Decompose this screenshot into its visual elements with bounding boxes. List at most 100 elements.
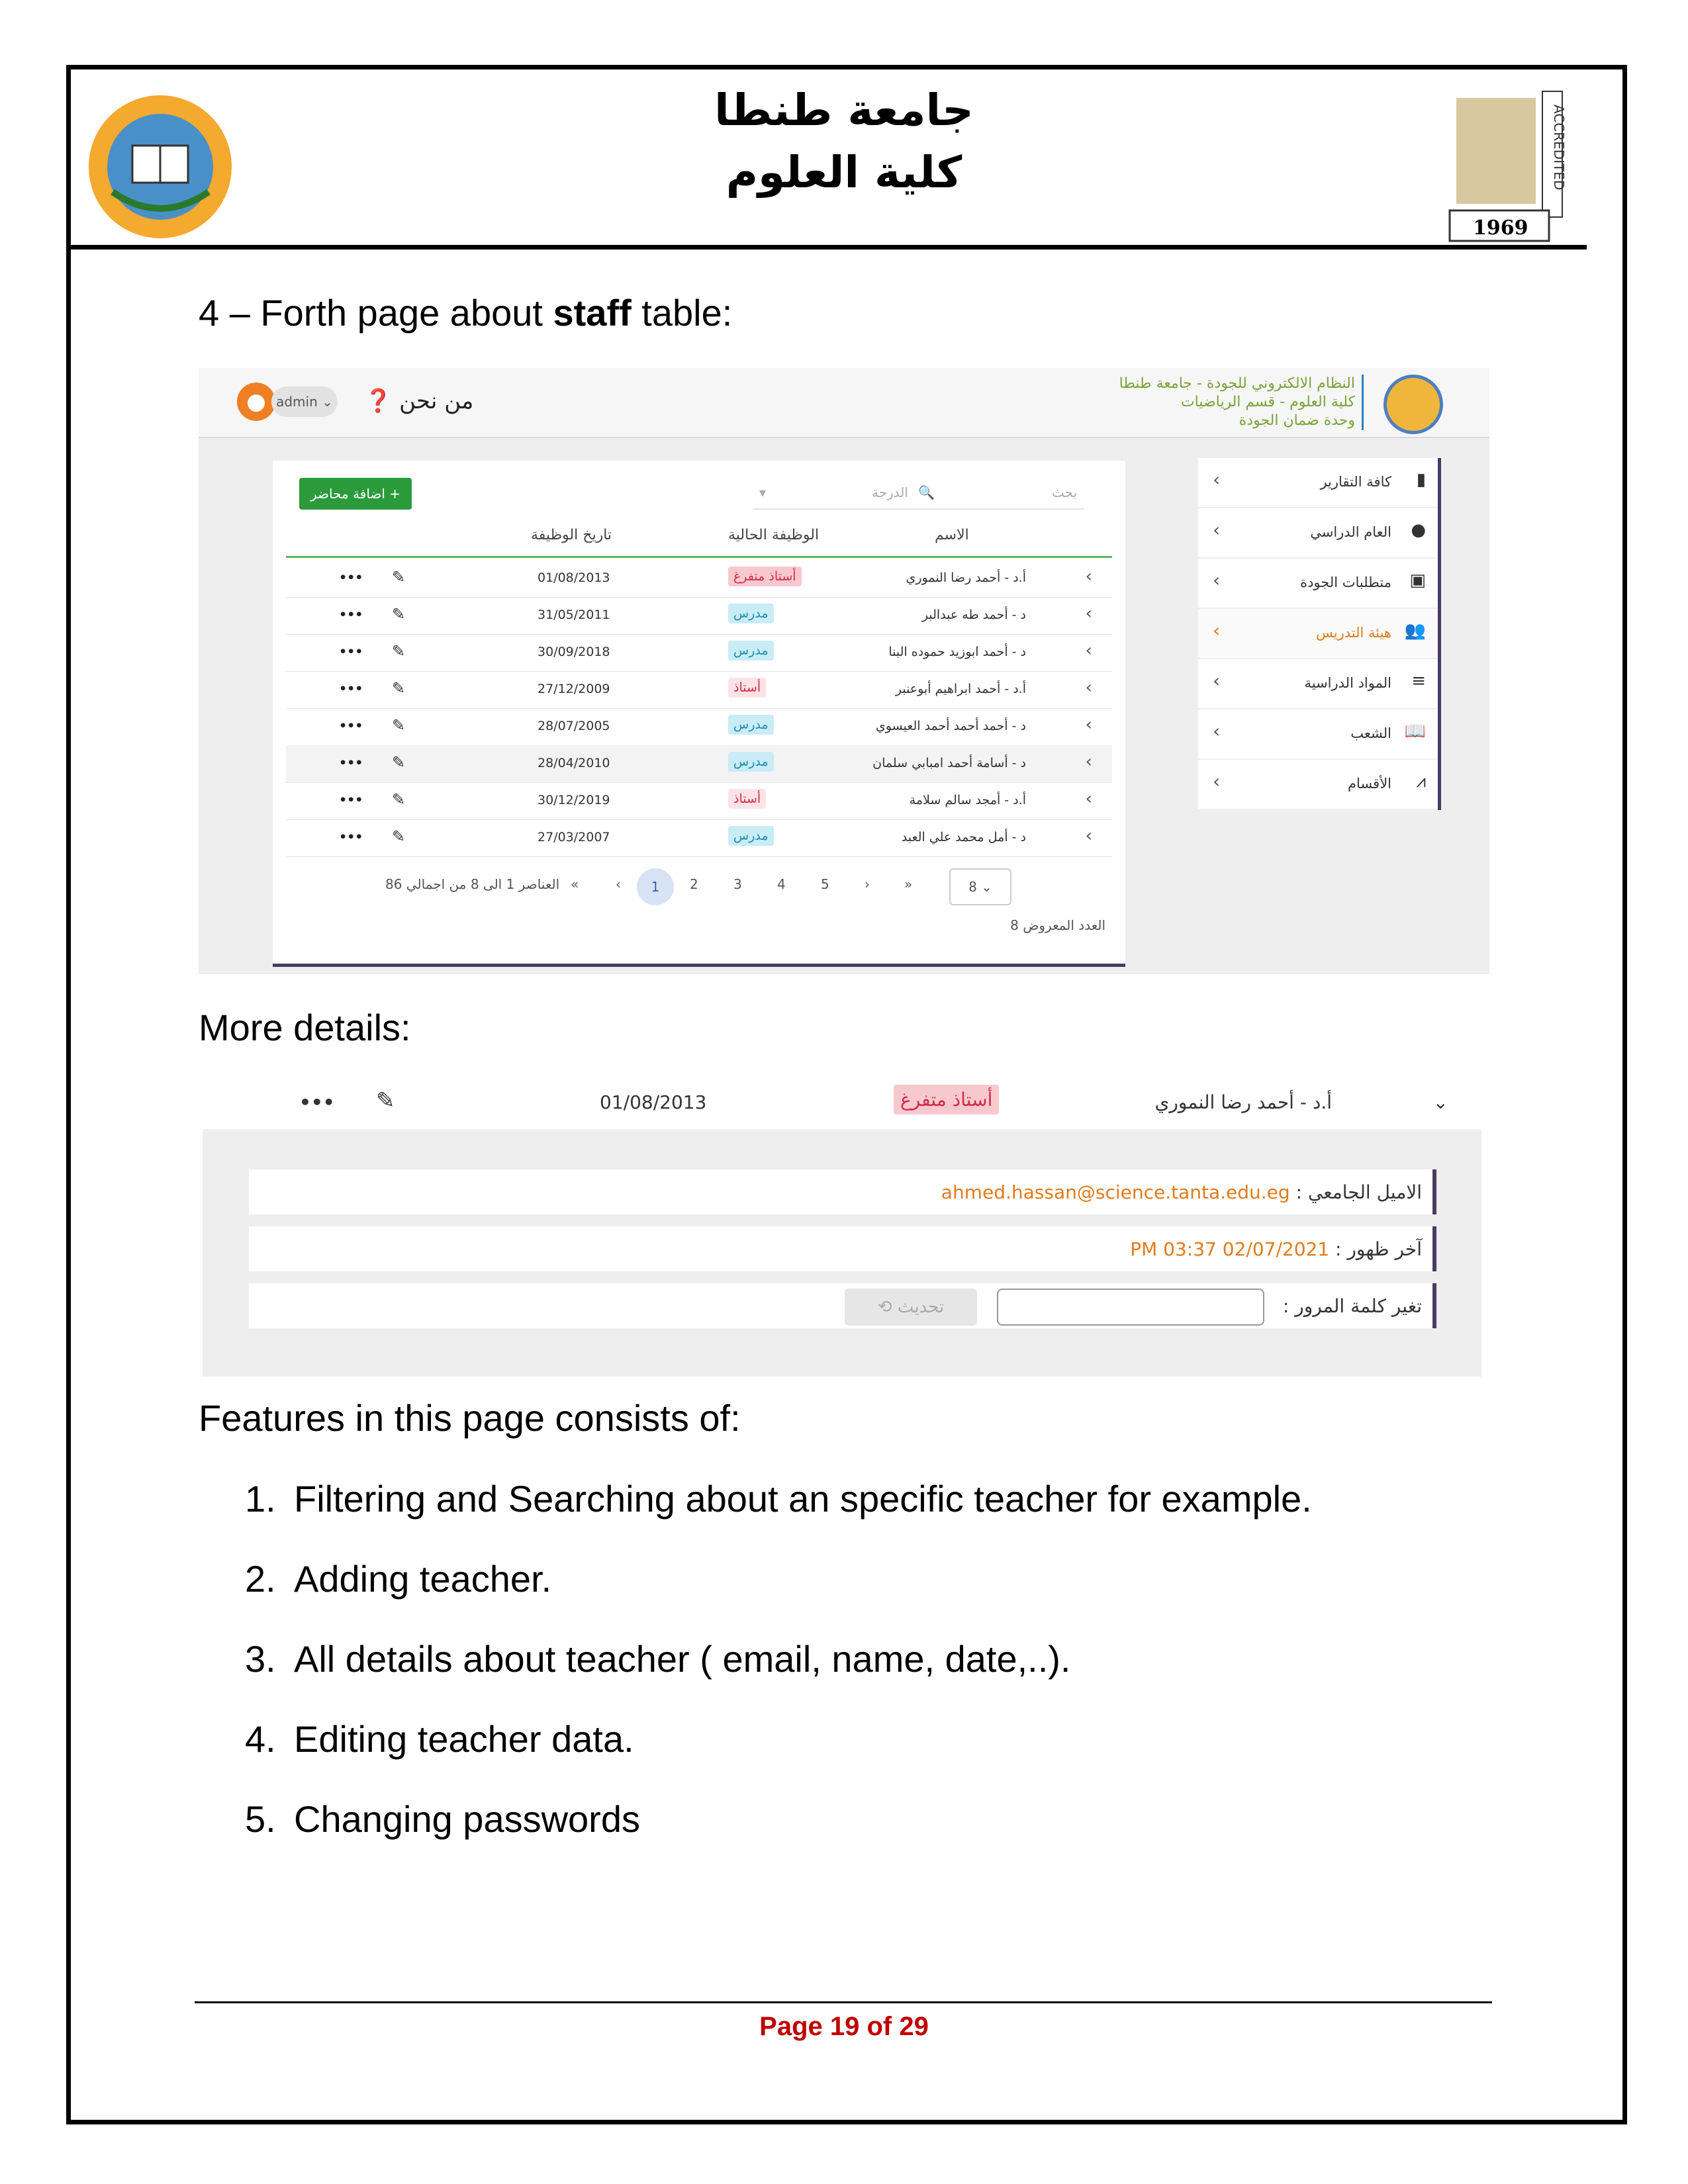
- sidebar-item-departments[interactable]: ‹ الأقسام ⩘: [1198, 760, 1438, 810]
- grade-filter[interactable]: الدرجة: [872, 484, 908, 500]
- more-icon[interactable]: •••: [339, 682, 363, 696]
- last-seen-label: آخر ظهور : 02/07/2021 03:37 PM: [1130, 1238, 1422, 1260]
- more-details-heading: More details:: [199, 1007, 411, 1048]
- more-icon[interactable]: •••: [339, 830, 363, 844]
- chevron-left-icon: ‹: [1213, 670, 1221, 692]
- password-row: تغير كلمة المرور : تحديث ⟲: [249, 1283, 1436, 1328]
- chevron-left-icon: ‹: [1213, 770, 1221, 792]
- table-row[interactable]: ••• ✎ 27/12/2009 أستاذ أ.د - أحمد ابراهيم أب…: [286, 671, 1112, 709]
- table-row[interactable]: ••• ✎ 01/08/2013 أستاذ متفرغ أ.د - أحمد رضا …: [286, 560, 1112, 598]
- chevron-left-icon: ‹: [1213, 720, 1221, 742]
- row-date: 30/12/2019: [538, 793, 610, 807]
- table-row[interactable]: ••• ✎ 28/07/2005 مدرس د - أحمد أحمد أحمد الع…: [286, 708, 1112, 746]
- chevron-left-icon[interactable]: ‹: [1086, 678, 1092, 698]
- table-row[interactable]: ••• ✎ 30/09/2018 مدرس د - أحمد ابوزيد حموده …: [286, 634, 1112, 672]
- row-name: د - أحمد أحمد أحمد العيسوي: [875, 719, 1026, 733]
- chevron-left-icon[interactable]: ‹: [1086, 715, 1092, 735]
- more-icon[interactable]: •••: [339, 719, 363, 733]
- more-icon[interactable]: •••: [339, 570, 363, 585]
- chevron-left-icon[interactable]: ‹: [1086, 752, 1092, 772]
- row-job-badge: مدرس: [728, 752, 774, 772]
- row-date: 28/04/2010: [538, 756, 610, 770]
- first-page-button[interactable]: «: [571, 876, 579, 892]
- more-icon[interactable]: •••: [339, 645, 363, 659]
- chevron-left-icon: ‹: [1213, 519, 1221, 541]
- sidebar-item-faculty-staff[interactable]: ‹ هيئة التدريس 👥: [1198, 609, 1438, 659]
- edit-icon[interactable]: ✎: [392, 642, 405, 660]
- svg-text:ACCREDITED: ACCREDITED: [1551, 105, 1567, 190]
- calendar-icon: ▣: [1409, 570, 1426, 590]
- chevron-left-icon[interactable]: ‹: [1086, 641, 1092, 660]
- row-job-badge: مدرس: [728, 715, 774, 735]
- section-heading: 4 – Forth page about staff table:: [199, 292, 733, 334]
- chevron-left-icon[interactable]: ‹: [1086, 567, 1092, 586]
- edit-icon[interactable]: ✎: [376, 1087, 395, 1114]
- chevron-down-icon[interactable]: ▾: [759, 484, 766, 500]
- edit-icon[interactable]: ✎: [392, 568, 405, 586]
- chevron-left-icon[interactable]: ‹: [1086, 826, 1092, 846]
- password-input[interactable]: [997, 1289, 1264, 1326]
- row-date: 01/08/2013: [538, 570, 610, 585]
- page-5[interactable]: 5: [821, 876, 829, 892]
- edit-icon[interactable]: ✎: [392, 827, 405, 846]
- more-icon[interactable]: •••: [299, 1091, 335, 1113]
- per-page-select[interactable]: 8 ⌄: [949, 868, 1011, 905]
- details-body: الاميل الجامعي : ahmed.hassan@science.ta…: [203, 1131, 1481, 1377]
- page-number: Page 19 of 29: [759, 2012, 929, 2041]
- row-name: د - أحمد طه عبدالبر: [921, 608, 1026, 622]
- table-row[interactable]: ••• ✎ 27/03/2007 مدرس د - أمل محمد علي العبد…: [286, 819, 1112, 857]
- sidebar-item-reports[interactable]: ‹ كافة التقارير ▮: [1198, 458, 1438, 508]
- edit-icon[interactable]: ✎: [392, 790, 405, 809]
- column-date: تاريخ الوظيفة: [531, 527, 612, 543]
- table-row[interactable]: ••• ✎ 30/12/2019 أستاذ أ.د - أمجد سالم سلامة…: [286, 782, 1112, 820]
- row-job-badge: أستاذ متفرغ: [728, 567, 802, 586]
- search-icon: 🔍: [918, 484, 935, 500]
- sidebar: ‹ كافة التقارير ▮ ‹ العام الدراسي ● ‹ متطلبات…: [1198, 458, 1441, 810]
- prev-page-button[interactable]: ‹: [616, 876, 621, 892]
- accreditation-logo: ACCREDITED 1969: [1448, 91, 1567, 242]
- chevron-down-icon[interactable]: ⌄: [1433, 1091, 1448, 1113]
- page-2[interactable]: 2: [690, 876, 698, 892]
- feature-item: 4. Editing teacher data.: [245, 1718, 634, 1760]
- last-seen-value: 02/07/2021 03:37 PM: [1130, 1238, 1330, 1260]
- staff-panel: + اضافة محاضر ▾ الدرجة 🔍 بحث تاريخ الوظي…: [273, 461, 1125, 967]
- update-button[interactable]: تحديث ⟲: [845, 1289, 977, 1326]
- chevron-left-icon[interactable]: ‹: [1086, 789, 1092, 809]
- page-1[interactable]: 1: [637, 868, 674, 905]
- edit-icon[interactable]: ✎: [392, 716, 405, 735]
- sidebar-item-quality[interactable]: ‹ متطلبات الجودة ▣: [1198, 559, 1438, 609]
- user-menu[interactable]: admin ⌄: [271, 387, 338, 417]
- more-icon[interactable]: •••: [339, 608, 363, 622]
- user-avatar-icon[interactable]: ●: [237, 383, 275, 421]
- search-input[interactable]: بحث: [1052, 484, 1077, 500]
- edit-icon[interactable]: ✎: [392, 679, 405, 698]
- row-date: 27/12/2009: [538, 682, 610, 696]
- compass-icon: ⩘: [1416, 772, 1426, 792]
- edit-icon[interactable]: ✎: [392, 753, 405, 772]
- sidebar-item-academic-year[interactable]: ‹ العام الدراسي ●: [1198, 508, 1438, 559]
- row-name: أ.د - أحمد رضا النموري: [906, 570, 1026, 585]
- table-row[interactable]: ••• ✎ 28/04/2010 مدرس د - أسامة أحمد امبابي …: [286, 745, 1112, 783]
- chevron-left-icon[interactable]: ‹: [1086, 604, 1092, 623]
- row-name: د - أسامة أحمد امبابي سلمان: [872, 756, 1026, 770]
- add-lecturer-button[interactable]: + اضافة محاضر: [299, 478, 412, 510]
- footer-rule: [195, 2001, 1492, 2003]
- sidebar-item-divisions[interactable]: ‹ الشعب 📖: [1198, 709, 1438, 760]
- page-4[interactable]: 4: [777, 876, 786, 892]
- sidebar-item-courses[interactable]: ‹ المواد الدراسية ≡: [1198, 659, 1438, 709]
- more-icon[interactable]: •••: [339, 756, 363, 770]
- next-page-button[interactable]: ›: [865, 876, 870, 892]
- row-job-badge: أستاذ متفرغ: [894, 1085, 1000, 1115]
- about-link[interactable]: من نحن ❓: [364, 388, 473, 414]
- row-name: أ.د - أحمد رضا النموري: [1154, 1091, 1332, 1113]
- more-icon[interactable]: •••: [339, 793, 363, 807]
- table-row[interactable]: ••• ✎ 31/05/2011 مدرس د - أحمد طه عبدالبر ‹: [286, 597, 1112, 635]
- university-name: جامعة طنطا: [714, 85, 974, 136]
- email-value: ahmed.hassan@science.tanta.edu.eg: [941, 1181, 1290, 1203]
- row-date: 27/03/2007: [538, 830, 610, 844]
- last-page-button[interactable]: »: [904, 876, 912, 892]
- page-3[interactable]: 3: [733, 876, 742, 892]
- edit-icon[interactable]: ✎: [392, 605, 405, 623]
- details-screenshot: ••• ✎ 01/08/2013 أستاذ متفرغ أ.د - أحمد …: [203, 1075, 1481, 1377]
- header-rule: [71, 245, 1587, 250]
